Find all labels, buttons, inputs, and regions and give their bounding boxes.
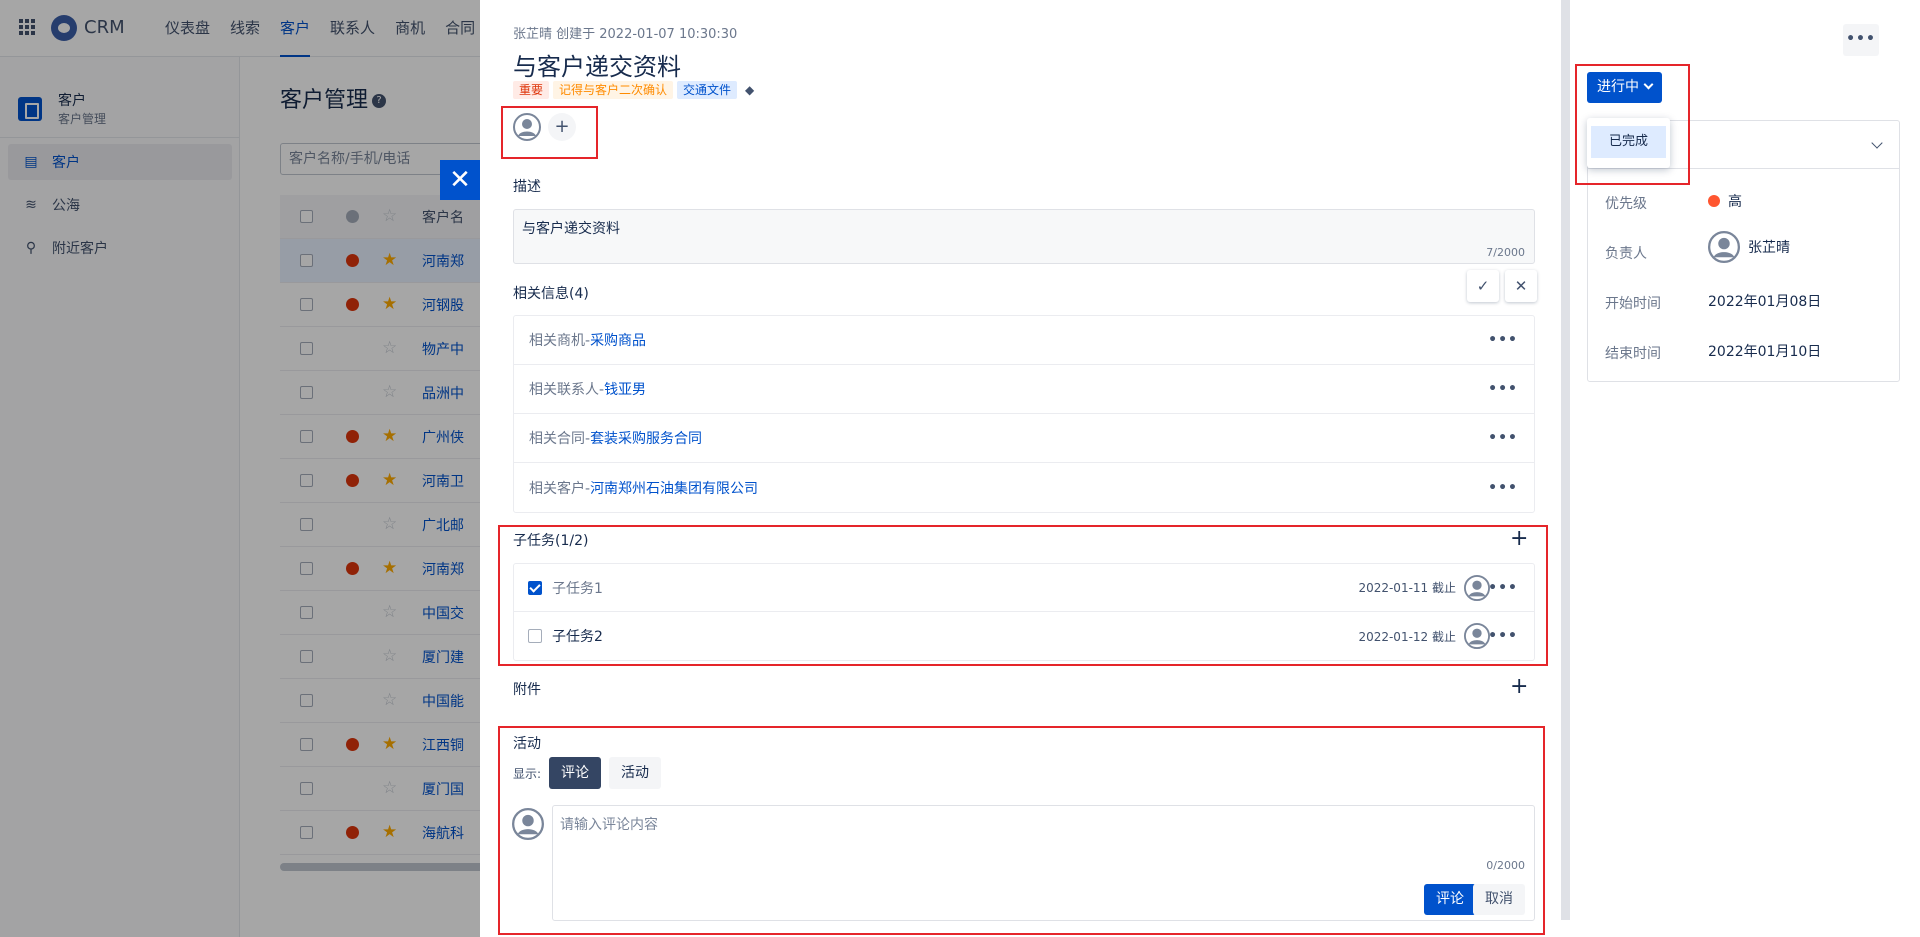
related-link[interactable]: 套装采购服务合同	[590, 428, 702, 448]
related-link[interactable]: 钱亚男	[604, 379, 646, 399]
subtask-assignee-avatar[interactable]	[1464, 623, 1490, 649]
subtask-assignee-avatar[interactable]	[1464, 575, 1490, 601]
related-key: 相关商机-	[529, 333, 591, 349]
task-title[interactable]: 与客户递交资料	[513, 47, 681, 82]
subtask-row[interactable]: 子任务1 2022-01-11 截止 •••	[514, 564, 1534, 612]
show-label: 显示:	[513, 766, 542, 781]
owner-avatar	[1708, 231, 1740, 263]
drawer-scrollbar[interactable]	[1561, 0, 1570, 920]
owner-value[interactable]: 张芷晴	[1708, 231, 1790, 263]
chevron-down-icon	[1643, 79, 1654, 90]
field-label-owner: 负责人	[1605, 246, 1647, 262]
owner-name: 张芷晴	[1748, 240, 1790, 256]
subtask-checkbox[interactable]	[528, 629, 542, 643]
close-icon: ✕	[1514, 277, 1528, 295]
tag-add-icon[interactable]: ◆	[745, 83, 754, 97]
tab-comments[interactable]: 评论	[549, 757, 602, 789]
activity-filter: 显示: 评论 活动	[513, 757, 662, 789]
participant-avatar[interactable]	[513, 113, 541, 141]
subtask-row[interactable]: 子任务2 2022-01-12 截止 •••	[514, 612, 1534, 660]
activity-label: 活动	[513, 736, 541, 752]
field-label-start: 开始时间	[1605, 296, 1661, 312]
status-label: 进行中	[1597, 79, 1639, 95]
description-label: 描述	[513, 179, 541, 195]
related-link[interactable]: 采购商品	[590, 330, 646, 350]
list-item[interactable]: 相关联系人- 钱亚男 •••	[514, 365, 1534, 414]
subtask-due-date: 2022-01-12 截止	[1358, 629, 1456, 644]
cancel-comment-button[interactable]: 取消	[1473, 884, 1525, 915]
comment-input[interactable]: 请输入评论内容 0/2000 评论 取消	[552, 805, 1535, 921]
add-attachment-button[interactable]: +	[1510, 676, 1528, 698]
tag-documents[interactable]: 交通文件	[677, 81, 738, 99]
close-drawer-button[interactable]: ✕	[440, 160, 480, 200]
subtasks-label: 子任务(1/2)	[513, 533, 589, 549]
related-info-list: 相关商机- 采购商品 ••• 相关联系人- 钱亚男 ••• 相关合同- 套装采购服务合…	[513, 315, 1535, 513]
status-dropdown-button[interactable]: 进行中	[1587, 72, 1662, 103]
description-char-count: 7/2000	[1486, 246, 1525, 259]
related-info-label: 相关信息(4)	[513, 286, 589, 302]
tag-important[interactable]: 重要	[513, 81, 550, 99]
close-icon: ✕	[449, 165, 471, 195]
tab-activity[interactable]: 活动	[609, 757, 662, 789]
more-icon[interactable]: •••	[1488, 381, 1518, 397]
priority-dot-icon	[1708, 195, 1720, 207]
priority-value[interactable]: 高	[1708, 191, 1742, 211]
description-textarea[interactable]: 与客户递交资料 7/2000	[513, 209, 1535, 264]
more-actions-button[interactable]: •••	[1843, 24, 1879, 56]
related-link[interactable]: 河南郑州石油集团有限公司	[590, 478, 758, 498]
status-option-completed[interactable]: 已完成	[1591, 126, 1666, 158]
more-icon[interactable]: •••	[1488, 430, 1518, 446]
related-key: 相关联系人-	[529, 382, 605, 398]
plus-icon: +	[1510, 674, 1529, 699]
end-date-value[interactable]: 2022年01月10日	[1708, 341, 1821, 361]
more-icon[interactable]: •••	[1488, 332, 1518, 348]
tag-confirm[interactable]: 记得与客户二次确认	[553, 81, 674, 99]
more-icon[interactable]: •••	[1488, 480, 1518, 496]
confirm-edit-button[interactable]: ✓	[1467, 270, 1499, 302]
comment-char-count: 0/2000	[1486, 859, 1525, 872]
task-meta: 张芷晴 创建于 2022-01-07 10:30:30	[513, 27, 738, 42]
field-label-end: 结束时间	[1605, 346, 1661, 362]
plus-icon: +	[1510, 526, 1529, 551]
task-side-panel: ••• 优先级 高 负责人 张芷晴 开始时间 2022年01月08日 结束时间 …	[1570, 0, 1920, 937]
list-item[interactable]: 相关商机- 采购商品 •••	[514, 316, 1534, 365]
list-item[interactable]: 相关合同- 套装采购服务合同 •••	[514, 414, 1534, 463]
more-icon[interactable]: •••	[1488, 580, 1518, 596]
add-participant-button[interactable]: +	[548, 113, 576, 141]
submit-comment-button[interactable]: 评论	[1424, 884, 1476, 915]
priority-text: 高	[1728, 194, 1742, 210]
description-edit-actions: ✓ ✕	[1461, 270, 1537, 302]
subtask-due-date: 2022-01-11 截止	[1358, 581, 1456, 595]
task-detail-drawer: 张芷晴 创建于 2022-01-07 10:30:30 与客户递交资料 重要 记…	[480, 0, 1920, 937]
list-item[interactable]: 相关客户- 河南郑州石油集团有限公司 •••	[514, 463, 1534, 512]
comment-placeholder: 请输入评论内容	[560, 817, 658, 833]
task-main-panel: 张芷晴 创建于 2022-01-07 10:30:30 与客户递交资料 重要 记…	[480, 0, 1561, 937]
description-text: 与客户递交资料	[522, 221, 620, 237]
add-subtask-button[interactable]: +	[1510, 528, 1528, 550]
more-icon[interactable]: •••	[1488, 628, 1518, 644]
subtask-name[interactable]: 子任务2	[552, 626, 603, 646]
check-icon: ✓	[1476, 277, 1490, 295]
start-date-value[interactable]: 2022年01月08日	[1708, 291, 1821, 311]
tag-list: 重要 记得与客户二次确认 交通文件 ◆	[513, 81, 754, 99]
attachments-label: 附件	[513, 682, 541, 698]
cancel-edit-button[interactable]: ✕	[1505, 270, 1537, 302]
commenter-avatar	[512, 808, 544, 840]
related-key: 相关客户-	[529, 480, 591, 497]
status-dropdown-menu: 已完成	[1587, 118, 1670, 168]
chevron-down-icon[interactable]	[1871, 137, 1883, 149]
related-key: 相关合同-	[529, 431, 591, 447]
subtask-name[interactable]: 子任务1	[552, 578, 603, 598]
subtask-checkbox[interactable]	[528, 580, 542, 595]
subtask-list: 子任务1 2022-01-11 截止 ••• 子任务2 2022-01-12 截…	[513, 563, 1535, 661]
participants: +	[513, 113, 576, 141]
field-label-priority: 优先级	[1605, 196, 1647, 212]
